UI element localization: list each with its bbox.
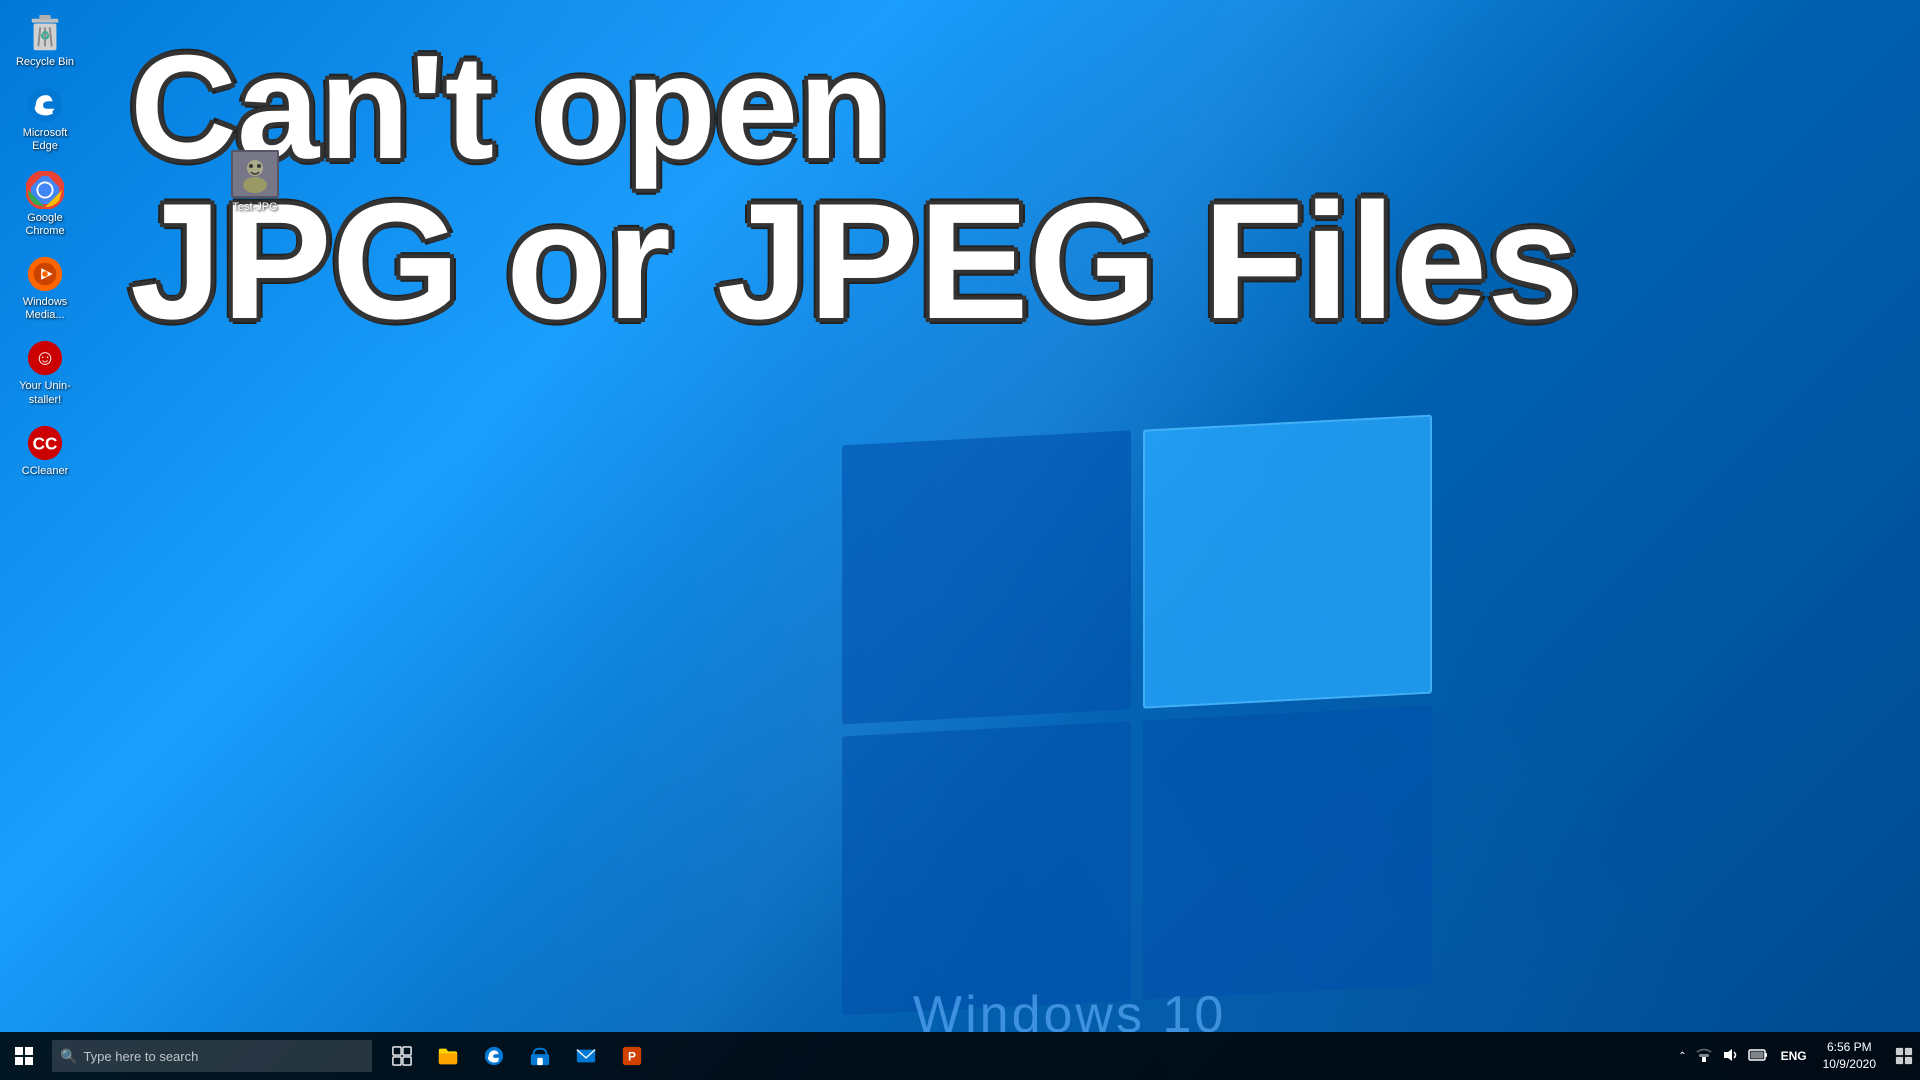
- recycle-bin-icon: ♻: [25, 14, 65, 54]
- desktop-icon-chrome[interactable]: Google Chrome: [10, 166, 80, 242]
- recycle-bin-svg: ♻: [27, 14, 63, 54]
- taskbar-mail-icon: [575, 1045, 597, 1067]
- desktop-icon-recycle-bin[interactable]: ♻ Recycle Bin: [10, 10, 80, 73]
- uninstaller-svg: ☺: [26, 339, 64, 377]
- taskbar-mail[interactable]: [564, 1032, 608, 1080]
- taskbar-powerpoint[interactable]: P: [610, 1032, 654, 1080]
- search-icon: 🔍: [60, 1048, 77, 1065]
- battery-icon[interactable]: [1745, 1046, 1771, 1067]
- windows-logo-watermark: [842, 430, 1432, 1000]
- headline-line1: Can't open: [130, 30, 1860, 185]
- network-svg: [1696, 1047, 1712, 1063]
- search-placeholder-text: Type here to search: [83, 1049, 198, 1064]
- svg-text:CC: CC: [33, 434, 58, 453]
- taskbar-edge-icon: [483, 1045, 505, 1067]
- desktop-icon-ccleaner[interactable]: CC CCleaner: [10, 419, 80, 482]
- win-pane-bl: [842, 721, 1131, 1015]
- headline-overlay: Can't open JPG or JPEG Files: [130, 30, 1860, 349]
- clock-date: 10/9/2020: [1823, 1056, 1876, 1073]
- taskbar-edge[interactable]: [472, 1032, 516, 1080]
- file-thumbnail: [231, 150, 279, 198]
- svg-text:♻: ♻: [40, 31, 50, 43]
- svg-text:☺: ☺: [34, 347, 55, 370]
- notification-center-button[interactable]: [1888, 1032, 1920, 1080]
- start-button[interactable]: [0, 1032, 48, 1080]
- volume-icon[interactable]: [1719, 1045, 1741, 1068]
- ccleaner-icon: CC: [25, 423, 65, 463]
- notification-icon: [1895, 1047, 1913, 1065]
- taskbar-powerpoint-icon: P: [621, 1045, 643, 1067]
- volume-svg: [1722, 1047, 1738, 1063]
- file-explorer-icon: [437, 1045, 459, 1067]
- win-pane-tr: [1143, 415, 1432, 709]
- win-pane-br: [1143, 706, 1432, 1000]
- taskbar: 🔍 Type here to search: [0, 1032, 1920, 1080]
- taskbar-pinned-icons: P: [380, 1032, 654, 1080]
- network-icon[interactable]: [1693, 1045, 1715, 1068]
- desktop: Windows 10 Can't open JPG or JPEG Files: [0, 0, 1920, 1080]
- chrome-icon: [25, 170, 65, 210]
- taskbar-store[interactable]: [518, 1032, 562, 1080]
- edge-svg: [26, 86, 64, 124]
- win-start-pane-br: [25, 1057, 33, 1065]
- system-clock[interactable]: 6:56 PM 10/9/2020: [1811, 1032, 1888, 1080]
- desktop-file-test-jpg[interactable]: Test-JPG: [220, 150, 290, 213]
- clock-time: 6:56 PM: [1827, 1039, 1872, 1056]
- headline-line2: JPG or JPEG Files: [130, 175, 1860, 348]
- uninstaller-icon: ☺: [25, 338, 65, 378]
- svg-text:P: P: [628, 1050, 636, 1064]
- chrome-label: Google Chrome: [14, 212, 76, 238]
- win-start-pane-tr: [25, 1047, 33, 1055]
- edge-label: Microsoft Edge: [14, 127, 76, 153]
- edge-icon: [25, 85, 65, 125]
- uninstaller-label: Your Unin-staller!: [14, 380, 76, 406]
- media-label: Windows Media...: [14, 296, 76, 322]
- desktop-icon-edge[interactable]: Microsoft Edge: [10, 81, 80, 157]
- language-indicator[interactable]: ENG: [1777, 1047, 1811, 1065]
- media-svg: [26, 255, 64, 293]
- win-start-pane-bl: [15, 1057, 23, 1065]
- windows-start-icon: [15, 1047, 33, 1065]
- ccleaner-svg: CC: [26, 424, 64, 462]
- desktop-icon-media[interactable]: Windows Media...: [10, 250, 80, 326]
- chrome-svg: [26, 171, 64, 209]
- taskbar-file-explorer[interactable]: [426, 1032, 470, 1080]
- taskbar-store-icon: [529, 1045, 551, 1067]
- system-tray: ⌃: [1670, 1032, 1920, 1080]
- media-icon: [25, 254, 65, 294]
- recycle-bin-label: Recycle Bin: [16, 56, 74, 69]
- file-label: Test-JPG: [232, 201, 277, 213]
- win-pane-tl: [842, 430, 1131, 724]
- task-view-icon: [392, 1046, 412, 1066]
- win-start-pane-tl: [15, 1047, 23, 1055]
- file-thumbnail-svg: [231, 150, 279, 198]
- ccleaner-label: CCleaner: [22, 465, 68, 478]
- taskbar-search-box[interactable]: 🔍 Type here to search: [52, 1040, 372, 1072]
- show-hidden-icons[interactable]: ⌃: [1676, 1049, 1688, 1064]
- desktop-icons-column: ♻ Recycle Bin Microsoft Edge: [10, 10, 80, 482]
- tray-icons-group: ⌃: [1670, 1045, 1776, 1068]
- desktop-icon-uninstaller[interactable]: ☺ Your Unin-staller!: [10, 334, 80, 410]
- win-flag: [842, 415, 1432, 1016]
- battery-svg: [1748, 1048, 1768, 1062]
- taskbar-task-view[interactable]: [380, 1032, 424, 1080]
